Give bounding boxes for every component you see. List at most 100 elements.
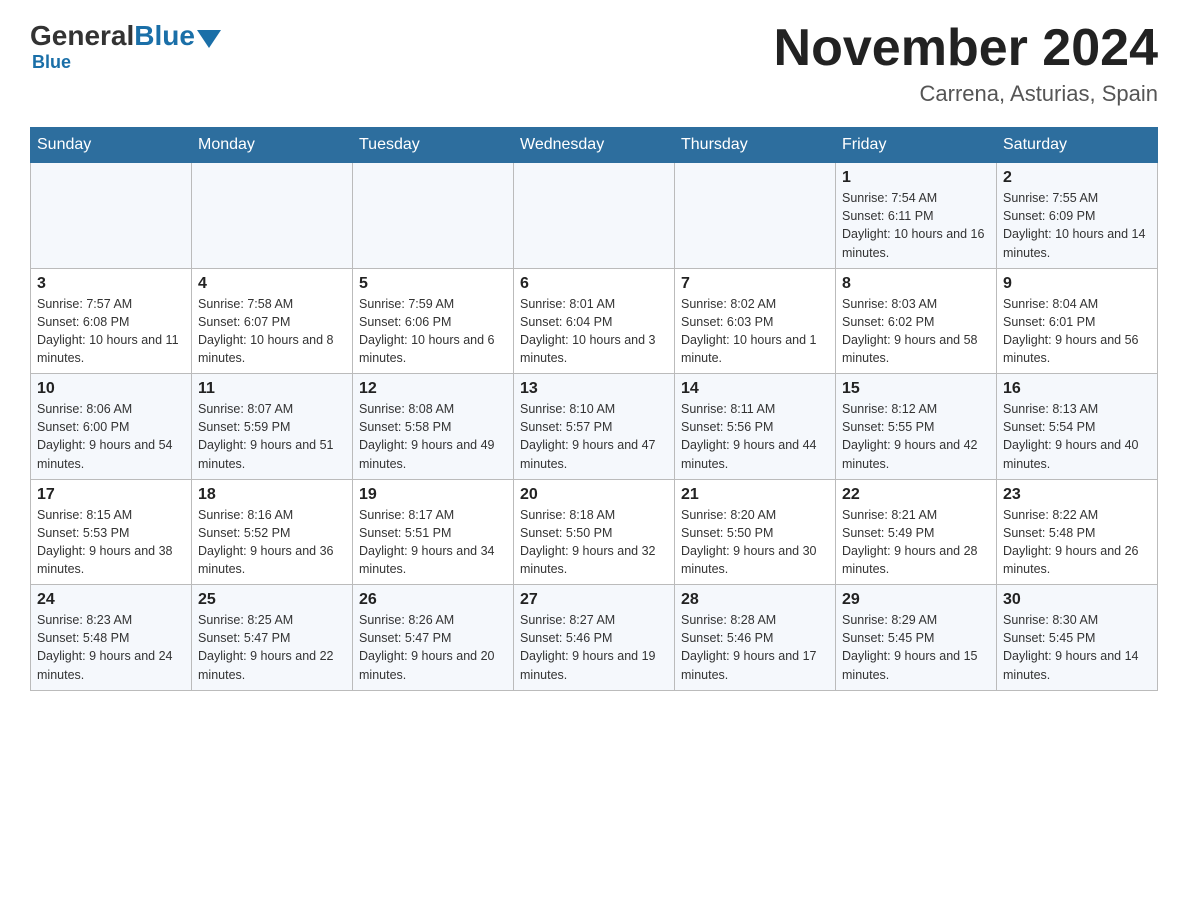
header-day-thursday: Thursday xyxy=(675,128,836,163)
day-number: 28 xyxy=(681,591,829,609)
day-number: 12 xyxy=(359,380,507,398)
logo-text: General Blue xyxy=(30,20,221,52)
day-info: Sunrise: 8:23 AM Sunset: 5:48 PM Dayligh… xyxy=(37,611,185,684)
day-number: 2 xyxy=(1003,169,1151,187)
calendar-cell: 17 Sunrise: 8:15 AM Sunset: 5:53 PM Dayli… xyxy=(31,479,192,585)
week-row-5: 24 Sunrise: 8:23 AM Sunset: 5:48 PM Dayli… xyxy=(31,585,1158,691)
day-number: 11 xyxy=(198,380,346,398)
calendar-table: SundayMondayTuesdayWednesdayThursdayFrid… xyxy=(30,127,1158,691)
header-day-monday: Monday xyxy=(192,128,353,163)
day-info: Sunrise: 8:30 AM Sunset: 5:45 PM Dayligh… xyxy=(1003,611,1151,684)
calendar-cell: 23Sunrise: 8:22 AM Sunset: 5:48 PM Dayli… xyxy=(997,479,1158,585)
calendar-cell: 28 Sunrise: 8:28 AM Sunset: 5:46 PM Dayli… xyxy=(675,585,836,691)
day-number: 13 xyxy=(520,380,668,398)
calendar-cell: 9Sunrise: 8:04 AM Sunset: 6:01 PM Daylig… xyxy=(997,268,1158,374)
calendar-cell: 29Sunrise: 8:29 AM Sunset: 5:45 PM Dayli… xyxy=(836,585,997,691)
day-number: 20 xyxy=(520,486,668,504)
calendar-cell: 21 Sunrise: 8:20 AM Sunset: 5:50 PM Dayli… xyxy=(675,479,836,585)
logo-general: General xyxy=(30,20,134,52)
day-info: Sunrise: 8:04 AM Sunset: 6:01 PM Dayligh… xyxy=(1003,295,1151,368)
day-info: Sunrise: 8:07 AM Sunset: 5:59 PM Dayligh… xyxy=(198,400,346,473)
header-day-sunday: Sunday xyxy=(31,128,192,163)
day-info: Sunrise: 8:10 AM Sunset: 5:57 PM Dayligh… xyxy=(520,400,668,473)
day-number: 19 xyxy=(359,486,507,504)
day-number: 21 xyxy=(681,486,829,504)
calendar-cell: 14 Sunrise: 8:11 AM Sunset: 5:56 PM Dayli… xyxy=(675,374,836,480)
calendar-cell xyxy=(31,163,192,269)
calendar-cell: 11 Sunrise: 8:07 AM Sunset: 5:59 PM Dayli… xyxy=(192,374,353,480)
calendar-cell: 8 Sunrise: 8:03 AM Sunset: 6:02 PM Daylig… xyxy=(836,268,997,374)
day-info: Sunrise: 8:18 AM Sunset: 5:50 PM Dayligh… xyxy=(520,506,668,579)
calendar-cell: 3 Sunrise: 7:57 AM Sunset: 6:08 PM Daylig… xyxy=(31,268,192,374)
day-info: Sunrise: 8:01 AM Sunset: 6:04 PM Dayligh… xyxy=(520,295,668,368)
header-day-tuesday: Tuesday xyxy=(353,128,514,163)
calendar-cell: 27 Sunrise: 8:27 AM Sunset: 5:46 PM Dayli… xyxy=(514,585,675,691)
day-info: Sunrise: 8:03 AM Sunset: 6:02 PM Dayligh… xyxy=(842,295,990,368)
day-info: Sunrise: 8:21 AM Sunset: 5:49 PM Dayligh… xyxy=(842,506,990,579)
day-number: 23 xyxy=(1003,486,1151,504)
calendar-cell: 6 Sunrise: 8:01 AM Sunset: 6:04 PM Daylig… xyxy=(514,268,675,374)
calendar-body: 1Sunrise: 7:54 AM Sunset: 6:11 PM Daylig… xyxy=(31,163,1158,691)
calendar-cell xyxy=(192,163,353,269)
logo-subtitle: Blue xyxy=(32,52,71,73)
day-number: 15 xyxy=(842,380,990,398)
day-number: 5 xyxy=(359,275,507,293)
day-info: Sunrise: 8:12 AM Sunset: 5:55 PM Dayligh… xyxy=(842,400,990,473)
calendar-cell: 15 Sunrise: 8:12 AM Sunset: 5:55 PM Dayli… xyxy=(836,374,997,480)
day-number: 4 xyxy=(198,275,346,293)
day-info: Sunrise: 8:20 AM Sunset: 5:50 PM Dayligh… xyxy=(681,506,829,579)
calendar-header: SundayMondayTuesdayWednesdayThursdayFrid… xyxy=(31,128,1158,163)
logo: General Blue Blue xyxy=(30,20,221,73)
calendar-cell xyxy=(353,163,514,269)
day-info: Sunrise: 7:57 AM Sunset: 6:08 PM Dayligh… xyxy=(37,295,185,368)
calendar-cell: 13 Sunrise: 8:10 AM Sunset: 5:57 PM Dayli… xyxy=(514,374,675,480)
day-number: 3 xyxy=(37,275,185,293)
calendar-cell: 4 Sunrise: 7:58 AM Sunset: 6:07 PM Daylig… xyxy=(192,268,353,374)
location-subtitle: Carrena, Asturias, Spain xyxy=(774,81,1158,107)
day-info: Sunrise: 8:25 AM Sunset: 5:47 PM Dayligh… xyxy=(198,611,346,684)
day-number: 25 xyxy=(198,591,346,609)
day-info: Sunrise: 8:11 AM Sunset: 5:56 PM Dayligh… xyxy=(681,400,829,473)
day-info: Sunrise: 8:16 AM Sunset: 5:52 PM Dayligh… xyxy=(198,506,346,579)
logo-blue: Blue xyxy=(134,20,195,52)
calendar-cell: 26 Sunrise: 8:26 AM Sunset: 5:47 PM Dayli… xyxy=(353,585,514,691)
title-block: November 2024 Carrena, Asturias, Spain xyxy=(774,20,1158,107)
day-number: 30 xyxy=(1003,591,1151,609)
header-day-wednesday: Wednesday xyxy=(514,128,675,163)
day-number: 26 xyxy=(359,591,507,609)
day-info: Sunrise: 8:28 AM Sunset: 5:46 PM Dayligh… xyxy=(681,611,829,684)
day-info: Sunrise: 8:26 AM Sunset: 5:47 PM Dayligh… xyxy=(359,611,507,684)
day-info: Sunrise: 8:27 AM Sunset: 5:46 PM Dayligh… xyxy=(520,611,668,684)
day-info: Sunrise: 8:13 AM Sunset: 5:54 PM Dayligh… xyxy=(1003,400,1151,473)
header-row: SundayMondayTuesdayWednesdayThursdayFrid… xyxy=(31,128,1158,163)
day-number: 27 xyxy=(520,591,668,609)
header-day-friday: Friday xyxy=(836,128,997,163)
day-info: Sunrise: 7:55 AM Sunset: 6:09 PM Dayligh… xyxy=(1003,189,1151,262)
calendar-cell: 16 Sunrise: 8:13 AM Sunset: 5:54 PM Dayli… xyxy=(997,374,1158,480)
calendar-cell: 5Sunrise: 7:59 AM Sunset: 6:06 PM Daylig… xyxy=(353,268,514,374)
day-number: 17 xyxy=(37,486,185,504)
logo-triangle-icon xyxy=(197,30,221,48)
header-day-saturday: Saturday xyxy=(997,128,1158,163)
day-number: 6 xyxy=(520,275,668,293)
calendar-cell: 19 Sunrise: 8:17 AM Sunset: 5:51 PM Dayli… xyxy=(353,479,514,585)
calendar-cell: 25 Sunrise: 8:25 AM Sunset: 5:47 PM Dayli… xyxy=(192,585,353,691)
page-header: General Blue Blue November 2024 Carrena,… xyxy=(30,20,1158,107)
week-row-3: 10 Sunrise: 8:06 AM Sunset: 6:00 PM Dayli… xyxy=(31,374,1158,480)
day-number: 8 xyxy=(842,275,990,293)
day-number: 14 xyxy=(681,380,829,398)
day-info: Sunrise: 7:58 AM Sunset: 6:07 PM Dayligh… xyxy=(198,295,346,368)
calendar-cell: 20 Sunrise: 8:18 AM Sunset: 5:50 PM Dayli… xyxy=(514,479,675,585)
day-info: Sunrise: 8:02 AM Sunset: 6:03 PM Dayligh… xyxy=(681,295,829,368)
week-row-1: 1Sunrise: 7:54 AM Sunset: 6:11 PM Daylig… xyxy=(31,163,1158,269)
day-number: 7 xyxy=(681,275,829,293)
calendar-cell xyxy=(514,163,675,269)
calendar-cell: 30 Sunrise: 8:30 AM Sunset: 5:45 PM Dayli… xyxy=(997,585,1158,691)
day-info: Sunrise: 8:17 AM Sunset: 5:51 PM Dayligh… xyxy=(359,506,507,579)
day-number: 10 xyxy=(37,380,185,398)
day-info: Sunrise: 8:15 AM Sunset: 5:53 PM Dayligh… xyxy=(37,506,185,579)
day-number: 24 xyxy=(37,591,185,609)
day-number: 16 xyxy=(1003,380,1151,398)
day-info: Sunrise: 8:06 AM Sunset: 6:00 PM Dayligh… xyxy=(37,400,185,473)
day-number: 1 xyxy=(842,169,990,187)
